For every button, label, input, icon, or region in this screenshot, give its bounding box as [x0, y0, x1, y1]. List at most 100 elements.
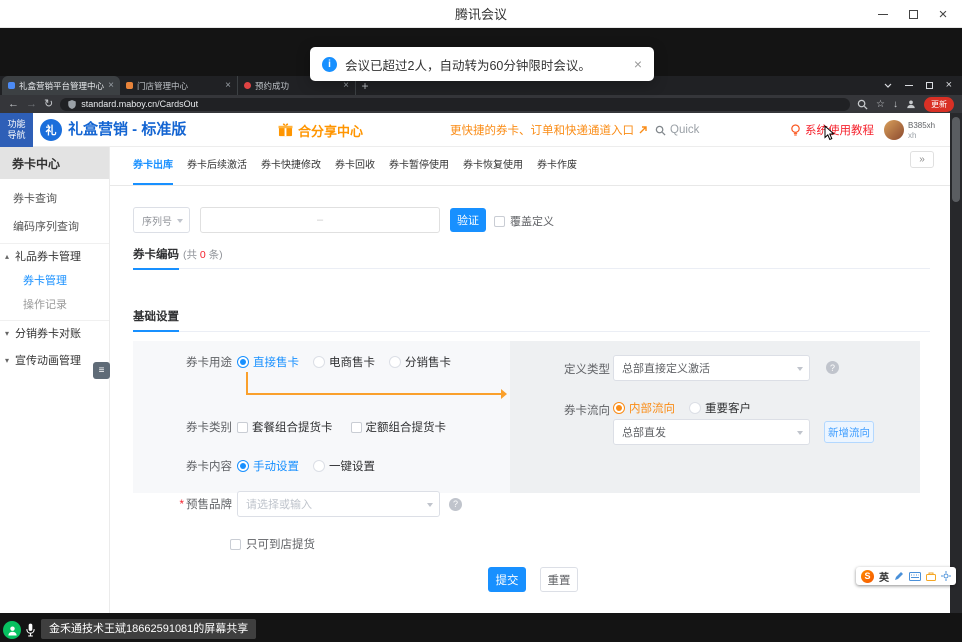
store-only-label: 只可到店提货 — [246, 536, 315, 552]
checkbox-combo-card[interactable]: 套餐组合提货卡 — [237, 419, 333, 435]
share-center-label: 合分享中心 — [298, 121, 363, 140]
radio-ecommerce-sale[interactable]: 电商售卡 — [313, 354, 375, 370]
content-label: 券卡内容 — [133, 458, 232, 474]
panel-collapse-button[interactable]: » — [910, 151, 934, 168]
url-bar[interactable]: standard.maboy.cn/CardsOut — [60, 98, 850, 111]
sidebar-group-gift-cards[interactable]: ▴ 礼品券卡管理 — [0, 245, 109, 269]
reset-button[interactable]: 重置 — [540, 567, 578, 592]
sidebar-collapse-handle[interactable]: ≡ — [93, 362, 110, 379]
serial-type-select[interactable]: 序列号 — [133, 207, 190, 233]
connector-arrow-icon — [501, 389, 507, 399]
bookmark-star-icon[interactable]: ☆ — [876, 99, 885, 110]
radio-distribution-sale[interactable]: 分销售卡 — [389, 354, 451, 370]
page-scrollbar[interactable] — [950, 113, 962, 613]
zoom-icon[interactable] — [857, 99, 868, 110]
ime-logo-icon[interactable]: S — [861, 570, 874, 583]
radio-icon — [313, 460, 325, 472]
help-icon[interactable]: ? — [449, 498, 462, 511]
download-icon[interactable]: ↓ — [893, 99, 898, 110]
radio-manual-setting[interactable]: 手动设置 — [237, 458, 299, 474]
user-block[interactable]: B385xh xh — [884, 120, 935, 141]
sidebar-item-card-mgmt[interactable]: 券卡管理 — [0, 269, 109, 293]
tab-card-activate[interactable]: 券卡后续激活 — [187, 147, 247, 185]
nav-badge-line2: 导航 — [7, 130, 25, 141]
tab-close-icon[interactable]: × — [343, 81, 349, 91]
share-center-link[interactable]: 合分享中心 — [278, 113, 363, 147]
function-nav-badge[interactable]: 功能 导航 — [0, 113, 33, 147]
browser-addressbar: ← → ↻ standard.maboy.cn/CardsOut ☆ ↓ 更新 — [0, 95, 962, 113]
sidebar-item-serial-query[interactable]: 编码序列查询 — [0, 215, 109, 239]
tab-card-recycle[interactable]: 券卡回收 — [335, 147, 375, 185]
browser-minimize-icon[interactable] — [905, 85, 913, 86]
radio-internal-flow[interactable]: 内部流向 — [613, 400, 675, 416]
overwrite-label: 覆盖定义 — [510, 213, 554, 229]
radio-direct-sale[interactable]: 直接售卡 — [237, 354, 299, 370]
submit-button[interactable]: 提交 — [488, 567, 526, 592]
triangle-down-icon: ▾ — [5, 349, 9, 373]
tab-label: 门店管理中心 — [137, 80, 221, 92]
card-tabs: 券卡出库 券卡后续激活 券卡快捷修改 券卡回收 券卡暂停使用 券卡恢复使用 券卡… — [110, 147, 950, 186]
tab-search-chevron-icon[interactable] — [884, 83, 892, 88]
sidebar-item-op-log[interactable]: 操作记录 — [0, 293, 109, 317]
add-flow-button[interactable]: 新增流向 — [824, 421, 874, 443]
external-link-icon — [638, 125, 648, 135]
scrollbar-thumb[interactable] — [952, 117, 960, 202]
browser-tab-2[interactable]: 门店管理中心 × — [120, 76, 238, 95]
presale-brand-select[interactable]: 请选择或输入 — [237, 491, 440, 517]
tab-card-void[interactable]: 券卡作废 — [537, 147, 577, 185]
right-sub-panel: 定义类型 总部直接定义激活 ? 券卡流向 内部流向 重要客户 — [510, 341, 920, 493]
radio-important-customer[interactable]: 重要客户 — [689, 400, 751, 416]
coding-count: (共 0 条) — [183, 249, 223, 261]
url-text: standard.maboy.cn/CardsOut — [81, 99, 198, 109]
category-label: 券卡类别 — [133, 419, 232, 435]
minimize-button[interactable] — [868, 0, 898, 28]
tab-close-icon[interactable]: × — [225, 81, 231, 91]
triangle-down-icon: ▾ — [5, 322, 9, 346]
overwrite-checkbox-row[interactable]: 覆盖定义 — [494, 213, 554, 229]
checkbox-icon[interactable] — [230, 539, 241, 550]
ime-language-toggle[interactable]: 英 — [879, 569, 889, 584]
sidebar-group-distribution[interactable]: ▾ 分销券卡对账 — [0, 322, 109, 346]
tab-card-resume[interactable]: 券卡恢复使用 — [463, 147, 523, 185]
reload-icon[interactable]: ↻ — [44, 99, 53, 110]
toolbox-icon[interactable] — [926, 572, 936, 581]
toast-close-icon[interactable]: × — [634, 57, 642, 71]
browser-update-button[interactable]: 更新 — [924, 97, 954, 112]
tab-close-icon[interactable]: × — [108, 81, 114, 91]
checkbox-fixed-combo-card[interactable]: 定额组合提货卡 — [351, 419, 447, 435]
close-button[interactable]: × — [928, 0, 958, 28]
sidebar-item-card-query[interactable]: 券卡查询 — [0, 187, 109, 211]
browser-tab-1[interactable]: 礼盒营销平台管理中心 × — [2, 76, 120, 95]
chevron-down-icon — [177, 219, 183, 223]
verify-button[interactable]: 验证 — [450, 208, 486, 232]
usage-row: 券卡用途 直接售卡 电商售卡 分销售卡 — [133, 352, 451, 372]
flow-select[interactable]: 总部直发 — [613, 419, 810, 445]
tab-card-pause[interactable]: 券卡暂停使用 — [389, 147, 449, 185]
promo-link[interactable]: 更快捷的券卡、订单和快递通道入口 — [450, 113, 648, 147]
placeholder-text: 请选择或输入 — [246, 496, 312, 512]
basic-section-header: 基础设置 — [133, 307, 930, 332]
tab-card-quick-edit[interactable]: 券卡快捷修改 — [261, 147, 321, 185]
keyboard-icon[interactable] — [909, 572, 921, 581]
tutorial-label: 系统使用教程 — [805, 122, 874, 138]
back-icon[interactable]: ← — [8, 99, 19, 110]
checkbox-icon — [237, 422, 248, 433]
browser-maximize-icon[interactable] — [926, 82, 933, 89]
profile-icon[interactable] — [906, 99, 916, 109]
maximize-button[interactable] — [898, 0, 928, 28]
serial-range-input[interactable]: – — [200, 207, 440, 233]
definition-type-select[interactable]: 总部直接定义激活 — [613, 355, 810, 381]
presale-brand-label: *预售品牌 — [133, 496, 232, 512]
checkbox-icon[interactable] — [494, 216, 505, 227]
settings-icon[interactable] — [941, 571, 951, 581]
sidebar-header: 券卡中心 — [0, 147, 109, 179]
quick-search[interactable]: Quick — [655, 113, 699, 147]
store-only-row[interactable]: 只可到店提货 — [230, 535, 315, 553]
forward-icon[interactable]: → — [26, 99, 37, 110]
browser-close-icon[interactable]: × — [946, 80, 952, 91]
radio-one-click-setting[interactable]: 一键设置 — [313, 458, 375, 474]
help-icon[interactable]: ? — [826, 361, 839, 374]
pen-icon[interactable] — [894, 571, 904, 581]
browser-window-controls: × — [884, 76, 962, 95]
tab-card-outbound[interactable]: 券卡出库 — [133, 147, 173, 185]
